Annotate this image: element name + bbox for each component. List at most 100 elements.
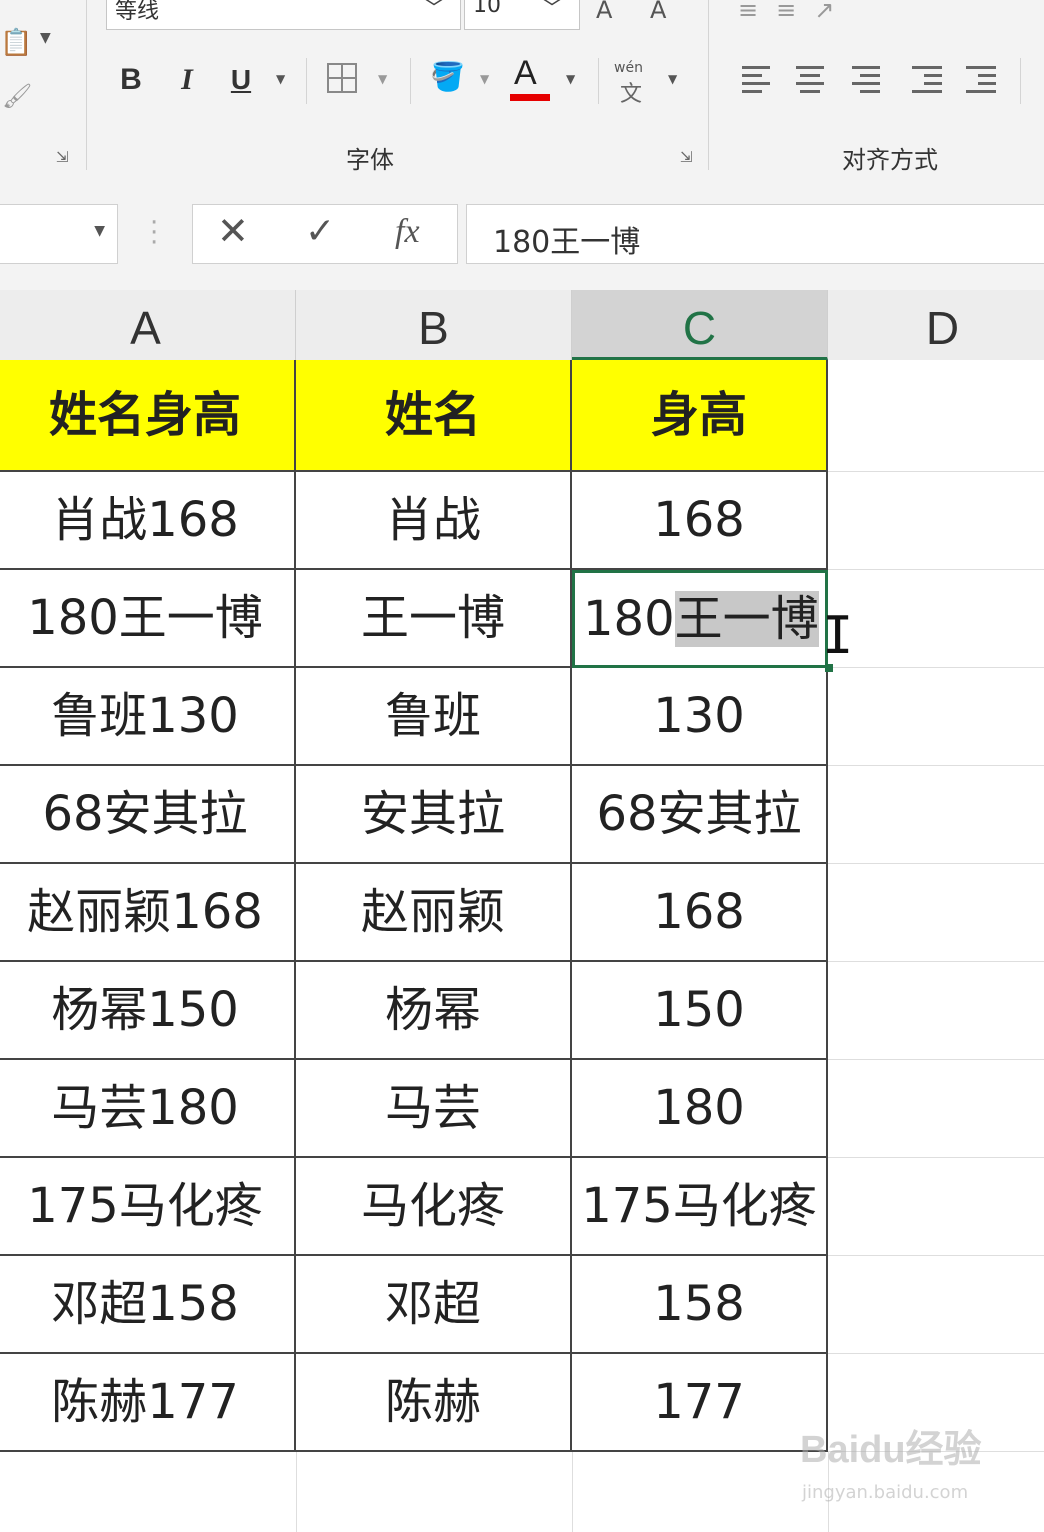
insert-function-button[interactable]: fx xyxy=(395,213,420,251)
name-box-dropdown-icon[interactable]: ▼ xyxy=(94,223,105,239)
cell-b2[interactable]: 肖战 xyxy=(296,472,572,570)
format-painter-icon[interactable]: 🖌 xyxy=(2,82,32,110)
phonetic-guide-icon[interactable]: wén 文 xyxy=(614,60,654,107)
cell-a2[interactable]: 肖战168 xyxy=(0,472,296,570)
cell-a6[interactable]: 赵丽颖168 xyxy=(0,864,296,962)
header-cell-a[interactable]: 姓名身高 xyxy=(0,360,296,472)
align-top-icon[interactable]: ≡ xyxy=(738,0,776,24)
increase-indent-icon[interactable] xyxy=(964,62,998,96)
clipboard-group: 📋 ▼ 🖌 ⇲ xyxy=(0,0,84,180)
paste-dropdown-icon[interactable]: ▼ xyxy=(40,30,51,46)
column-headers: ABCD xyxy=(0,290,1044,360)
cell-a11[interactable]: 陈赫177 xyxy=(0,1354,296,1452)
cell-d5[interactable] xyxy=(828,766,1044,864)
cell-a10[interactable]: 邓超158 xyxy=(0,1256,296,1354)
header-cell-b[interactable]: 姓名 xyxy=(296,360,572,472)
cell-d8[interactable] xyxy=(828,1060,1044,1158)
cell-c10[interactable]: 158 xyxy=(572,1256,828,1354)
align-center-icon[interactable] xyxy=(794,62,828,96)
font-size-select[interactable]: 10 ﹀ xyxy=(464,0,580,30)
cell-a5[interactable]: 68安其拉 xyxy=(0,766,296,864)
cell-c7[interactable]: 150 xyxy=(572,962,828,1060)
ribbon-divider xyxy=(708,0,709,170)
formula-buttons: ✕ ✓ fx xyxy=(192,204,458,264)
decrease-font-icon[interactable]: A xyxy=(650,0,666,24)
watermark: Baidu经验 jingyan.baidu.com xyxy=(800,1418,1030,1518)
orientation-icon[interactable]: ↗ xyxy=(814,0,852,24)
column-header-b[interactable]: B xyxy=(296,290,572,360)
cell-d2[interactable] xyxy=(828,472,1044,570)
underline-button[interactable]: U xyxy=(224,56,258,104)
cell-c8[interactable]: 180 xyxy=(572,1060,828,1158)
cell-a3[interactable]: 180王一博 xyxy=(0,570,296,668)
cell-d9[interactable] xyxy=(828,1158,1044,1256)
font-size-value: 10 xyxy=(473,0,501,18)
watermark-url: jingyan.baidu.com xyxy=(802,1482,969,1503)
cell-c11[interactable]: 177 xyxy=(572,1354,828,1452)
cell-b7[interactable]: 杨幂 xyxy=(296,962,572,1060)
paste-icon[interactable]: 📋 xyxy=(0,28,32,58)
cell-d1[interactable] xyxy=(828,360,1044,472)
borders-icon[interactable] xyxy=(326,62,358,94)
cancel-entry-button[interactable]: ✕ xyxy=(217,209,249,253)
formula-input[interactable]: 180王一博 xyxy=(466,204,1044,264)
column-header-a[interactable]: A xyxy=(0,290,296,360)
cell-d4[interactable] xyxy=(828,668,1044,766)
cell-a7[interactable]: 杨幂150 xyxy=(0,962,296,1060)
font-name-select[interactable]: 等线 ﹀ xyxy=(106,0,461,30)
ribbon-divider xyxy=(306,58,307,104)
cell-a9[interactable]: 175马化疼 xyxy=(0,1158,296,1256)
fill-color-dropdown-icon[interactable]: ▼ xyxy=(480,72,489,86)
clipboard-launcher-icon[interactable]: ⇲ xyxy=(56,148,69,166)
align-middle-icon[interactable]: ≡ xyxy=(776,0,814,24)
cell-c4[interactable]: 130 xyxy=(572,668,828,766)
underline-dropdown-icon[interactable]: ▼ xyxy=(276,72,285,86)
cell-b3[interactable]: 王一博 xyxy=(296,570,572,668)
cell-b10[interactable]: 邓超 xyxy=(296,1256,572,1354)
cell-b9[interactable]: 马化疼 xyxy=(296,1158,572,1256)
font-color-letter: A xyxy=(514,54,537,92)
fill-handle[interactable] xyxy=(825,664,833,672)
formula-content: 180王一博 xyxy=(493,225,641,260)
cell-c6[interactable]: 168 xyxy=(572,864,828,962)
ribbon-divider xyxy=(1020,58,1021,104)
formula-bar-grip-icon[interactable]: · · · xyxy=(150,210,158,256)
align-right-icon[interactable] xyxy=(850,62,884,96)
confirm-entry-button[interactable]: ✓ xyxy=(305,211,335,252)
alignment-top-row: ≡≡↗ xyxy=(738,0,852,24)
fill-color-icon[interactable]: 🪣 xyxy=(430,60,465,93)
decrease-indent-icon[interactable] xyxy=(910,62,944,96)
column-header-d[interactable]: D xyxy=(828,290,1044,360)
column-header-c[interactable]: C xyxy=(572,290,828,360)
cell-a4[interactable]: 鲁班130 xyxy=(0,668,296,766)
align-left-icon[interactable] xyxy=(740,62,774,96)
name-box[interactable]: ▼ xyxy=(0,204,118,264)
formula-bar: ▼ · · · ✕ ✓ fx 180王一博 xyxy=(0,180,1044,290)
header-cell-c[interactable]: 身高 xyxy=(572,360,828,472)
cell-a8[interactable]: 马芸180 xyxy=(0,1060,296,1158)
phonetic-guide-top: wén xyxy=(614,60,643,76)
font-launcher-icon[interactable]: ⇲ xyxy=(680,148,693,166)
active-cell[interactable]: 180王一博 xyxy=(572,570,828,668)
font-name-value: 等线 xyxy=(115,0,160,24)
cell-b4[interactable]: 鲁班 xyxy=(296,668,572,766)
font-color-dropdown-icon[interactable]: ▼ xyxy=(566,72,575,86)
italic-button[interactable]: I xyxy=(170,56,204,104)
borders-dropdown-icon[interactable]: ▼ xyxy=(378,72,387,86)
cell-d3[interactable] xyxy=(828,570,1044,668)
cell-b11[interactable]: 陈赫 xyxy=(296,1354,572,1452)
cell-b5[interactable]: 安其拉 xyxy=(296,766,572,864)
bold-button[interactable]: B xyxy=(114,56,148,104)
cell-d10[interactable] xyxy=(828,1256,1044,1354)
cell-b6[interactable]: 赵丽颖 xyxy=(296,864,572,962)
phonetic-dropdown-icon[interactable]: ▼ xyxy=(668,72,677,86)
cell-b8[interactable]: 马芸 xyxy=(296,1060,572,1158)
cell-d7[interactable] xyxy=(828,962,1044,1060)
font-color-button[interactable]: A xyxy=(510,54,550,102)
increase-font-icon[interactable]: A xyxy=(596,0,612,24)
gridline xyxy=(296,1452,297,1532)
cell-d6[interactable] xyxy=(828,864,1044,962)
cell-c2[interactable]: 168 xyxy=(572,472,828,570)
cell-c5[interactable]: 68安其拉 xyxy=(572,766,828,864)
cell-c9[interactable]: 175马化疼 xyxy=(572,1158,828,1256)
